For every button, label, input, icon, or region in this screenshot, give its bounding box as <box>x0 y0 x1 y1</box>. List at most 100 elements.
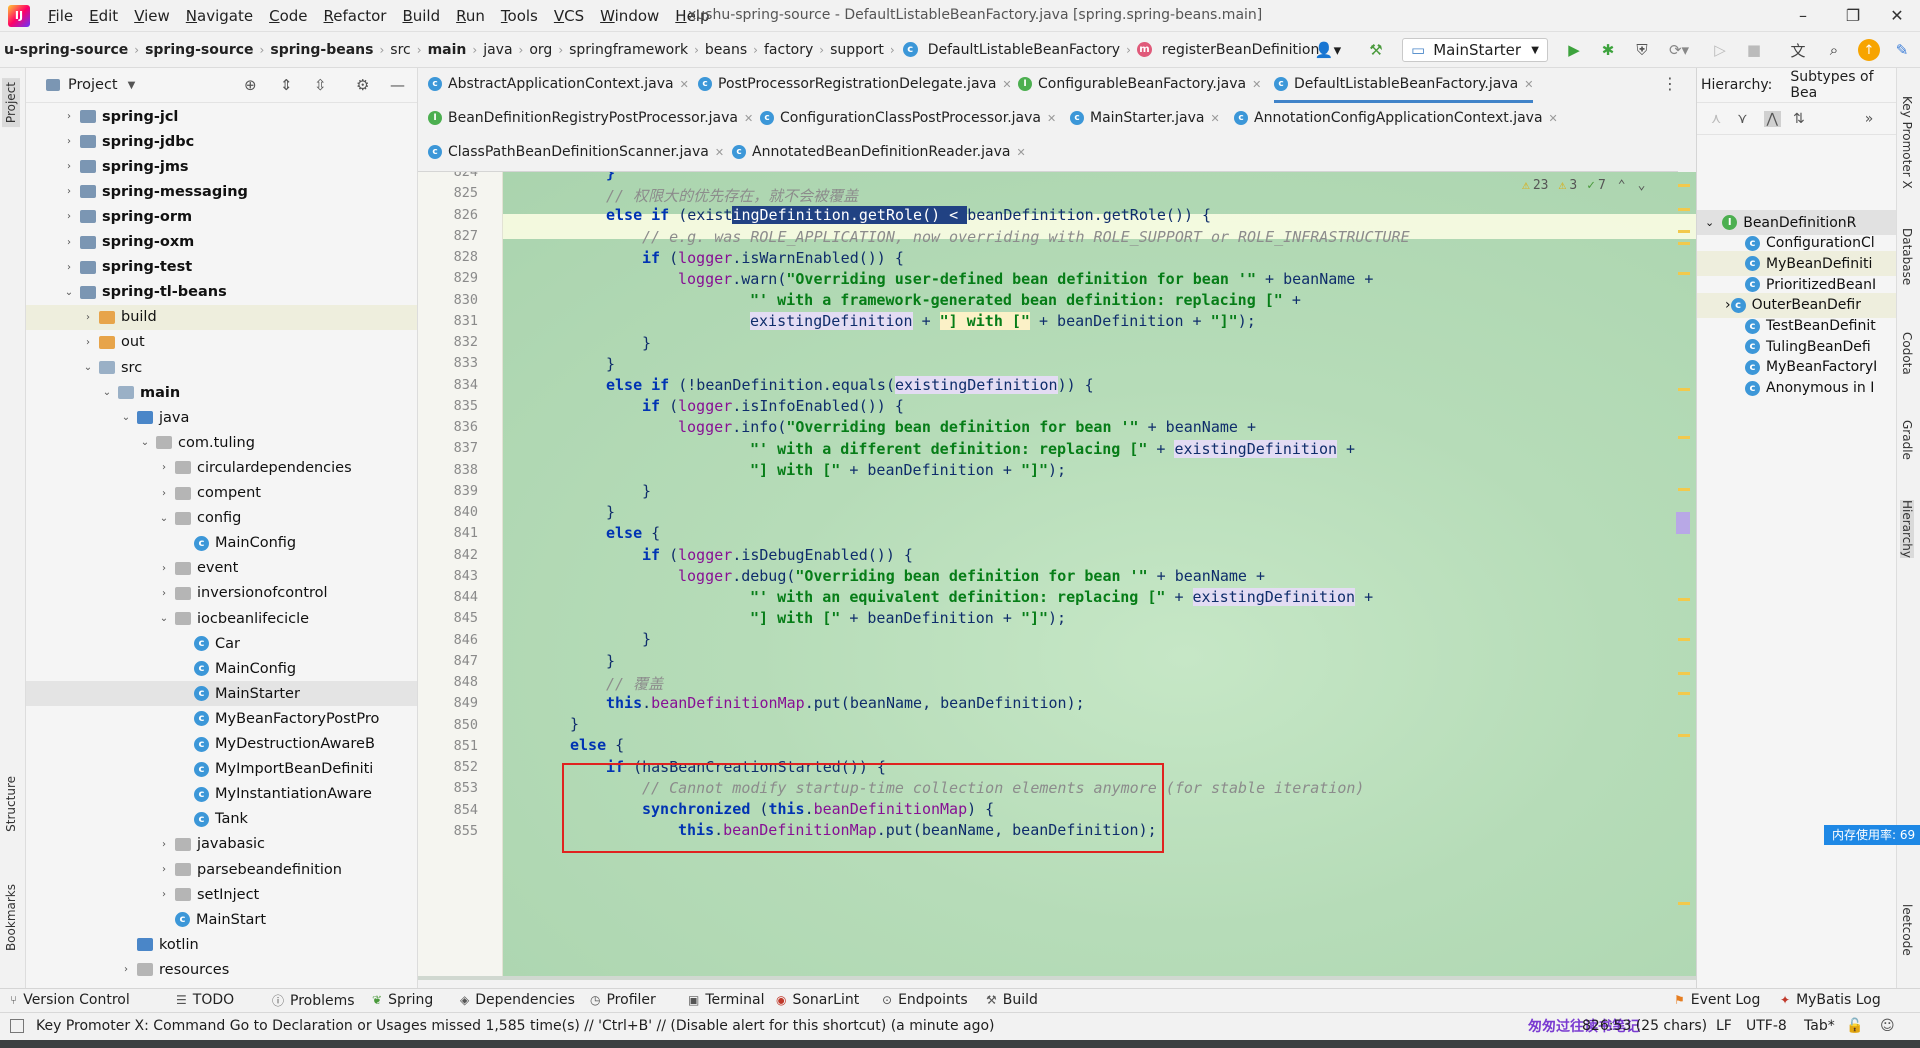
chevron-right-icon[interactable]: › <box>62 237 76 248</box>
tab-annotation-config-application-context[interactable]: c AnnotationConfigApplicationContext.java… <box>1234 102 1558 134</box>
close-icon[interactable]: ✕ <box>1524 78 1533 91</box>
close-icon[interactable]: ✕ <box>1549 112 1558 125</box>
tool-mybatis-log[interactable]: ✦ MyBatis Log <box>1780 992 1881 1008</box>
next-highlight-icon[interactable]: ⌄ <box>1638 178 1646 193</box>
tree-item[interactable]: › spring-oxm <box>26 230 417 255</box>
tree-item[interactable]: › spring-jdbc <box>26 129 417 154</box>
leetcode-tool-tab[interactable]: leetcode <box>1900 904 1914 956</box>
locate-icon[interactable]: ⊕ <box>244 76 257 94</box>
line-number[interactable]: 847 <box>418 653 478 669</box>
lock-icon[interactable]: 🔓 <box>1846 1018 1863 1034</box>
tree-item[interactable]: › resources <box>26 957 417 982</box>
close-icon[interactable]: ✕ <box>744 112 753 125</box>
close-icon[interactable]: ✕ <box>1211 112 1220 125</box>
menu-view[interactable]: View <box>126 7 178 25</box>
error-stripe-mark[interactable] <box>1678 598 1690 601</box>
menu-build[interactable]: Build <box>394 7 448 25</box>
code-editor[interactable]: 824 825 826 827 828 829 830 831 832 833 834 835 836 8… <box>418 172 1696 980</box>
tree-item[interactable]: › parsebeandefinition <box>26 857 417 882</box>
bookmarks-tool-tab[interactable]: Bookmarks <box>2 880 20 955</box>
translate-icon[interactable]: 文 <box>1786 38 1810 62</box>
supertypes-icon[interactable]: ⋏ <box>1711 111 1721 127</box>
line-number[interactable]: 841 <box>418 525 478 541</box>
line-number[interactable]: 838 <box>418 462 478 478</box>
line-number[interactable]: 830 <box>418 292 478 308</box>
tree-item[interactable]: › setInject <box>26 882 417 907</box>
line-number[interactable]: 836 <box>418 419 478 435</box>
close-icon[interactable]: ✕ <box>1252 78 1261 91</box>
tree-item[interactable]: c MyBeanFactoryPostPro <box>26 706 417 731</box>
tree-item[interactable]: c MainStart <box>26 907 417 932</box>
tree-item[interactable]: ⌄ java <box>26 405 417 430</box>
hierarchy-tool-tab[interactable]: Hierarchy <box>1900 500 1914 559</box>
line-number[interactable]: 827 <box>418 228 478 244</box>
menu-vcs[interactable]: VCS <box>546 7 592 25</box>
tree-item[interactable]: ⌄ com.tuling <box>26 430 417 455</box>
key-promoter-tool-tab[interactable]: Key Promoter X <box>1900 96 1914 189</box>
user-icon[interactable]: 👤▾ <box>1310 38 1346 62</box>
line-number[interactable]: 844 <box>418 589 478 605</box>
error-stripe-mark[interactable] <box>1678 230 1690 233</box>
close-icon[interactable]: ✕ <box>715 146 724 159</box>
error-stripe-mark[interactable] <box>1678 902 1690 905</box>
line-number[interactable]: 850 <box>418 717 478 733</box>
tree-item[interactable]: › spring-orm <box>26 204 417 229</box>
close-icon[interactable]: ✕ <box>1874 4 1920 28</box>
line-number[interactable]: 854 <box>418 802 478 818</box>
line-number[interactable]: 834 <box>418 377 478 393</box>
scroll-position-indicator[interactable] <box>1676 512 1690 534</box>
tree-item[interactable]: c Car <box>26 631 417 656</box>
breadcrumb-item[interactable]: beans <box>701 42 751 58</box>
chevron-down-icon[interactable]: ⌄ <box>157 513 171 524</box>
chevron-right-icon[interactable]: › <box>157 839 171 850</box>
coverage-icon[interactable]: ⛨ <box>1630 38 1654 62</box>
line-number[interactable]: 855 <box>418 823 478 839</box>
tab-configurable-bean-factory[interactable]: I ConfigurableBeanFactory.java ✕ <box>1018 68 1261 100</box>
line-number[interactable]: 829 <box>418 270 478 286</box>
run-config-selector[interactable]: ▭ MainStarter ▼ <box>1402 38 1548 62</box>
tab-configuration-class-post-processor[interactable]: c ConfigurationClassPostProcessor.java ✕ <box>760 102 1056 134</box>
tree-item[interactable]: › compent <box>26 481 417 506</box>
update-icon[interactable]: ↑ <box>1858 39 1880 61</box>
tab-default-listable-bean-factory[interactable]: c DefaultListableBeanFactory.java ✕ <box>1274 68 1534 103</box>
tree-item[interactable]: kotlin <box>26 932 417 957</box>
line-number[interactable]: 845 <box>418 610 478 626</box>
tool-version-control[interactable]: ⑂ Version Control <box>10 992 130 1008</box>
error-stripe-mark[interactable] <box>1678 184 1690 187</box>
tab-annotated-bean-definition-reader[interactable]: c AnnotatedBeanDefinitionReader.java ✕ <box>732 136 1026 168</box>
breadcrumb-item[interactable]: registerBeanDefinition <box>1158 42 1323 58</box>
menu-code[interactable]: Code <box>261 7 315 25</box>
breadcrumb-item[interactable]: spring-beans <box>266 42 377 58</box>
chevron-right-icon[interactable]: › <box>62 161 76 172</box>
class-hierarchy-icon[interactable]: ⋀ <box>1763 111 1782 127</box>
tool-event-log[interactable]: ⚑ Event Log <box>1674 992 1760 1008</box>
menu-edit[interactable]: Edit <box>81 7 126 25</box>
breadcrumb-item[interactable]: support <box>826 42 888 58</box>
subtypes-icon[interactable]: ⋎ <box>1737 111 1747 127</box>
hierarchy-item[interactable]: c Anonymous in I <box>1697 376 1896 401</box>
tool-terminal[interactable]: ▣ Terminal <box>688 992 765 1008</box>
tool-dependencies[interactable]: ◈ Dependencies <box>460 992 575 1008</box>
tree-item[interactable]: › inversionofcontrol <box>26 581 417 606</box>
close-icon[interactable]: ✕ <box>680 78 689 91</box>
tree-item[interactable]: c MainConfig <box>26 656 417 681</box>
tree-item[interactable]: ⌄ main <box>26 380 417 405</box>
hide-icon[interactable]: — <box>390 76 405 94</box>
error-stripe-mark[interactable] <box>1678 734 1690 737</box>
tab-post-processor-registration-delegate[interactable]: c PostProcessorRegistrationDelegate.java ✕ <box>698 68 1012 100</box>
minimize-icon[interactable]: – <box>1780 4 1826 28</box>
tree-item[interactable]: c MyInstantiationAware <box>26 782 417 807</box>
profile-icon[interactable]: ⟳▾ <box>1664 38 1694 62</box>
chevron-down-icon[interactable]: ⌄ <box>100 387 114 398</box>
database-tool-tab[interactable]: Database <box>1900 228 1914 285</box>
close-icon[interactable]: ✕ <box>1016 146 1025 159</box>
line-number[interactable]: 849 <box>418 695 478 711</box>
error-stripe-mark[interactable] <box>1678 692 1690 695</box>
attach-icon[interactable]: ▷ <box>1708 38 1732 62</box>
previous-highlight-icon[interactable]: ⌃ <box>1618 178 1626 193</box>
tree-item[interactable]: › circulardependencies <box>26 455 417 480</box>
line-number[interactable]: 837 <box>418 440 478 456</box>
chevron-right-icon[interactable]: › <box>62 262 76 273</box>
line-number[interactable]: 826 <box>418 207 478 223</box>
chevron-right-icon[interactable]: › <box>157 864 171 875</box>
